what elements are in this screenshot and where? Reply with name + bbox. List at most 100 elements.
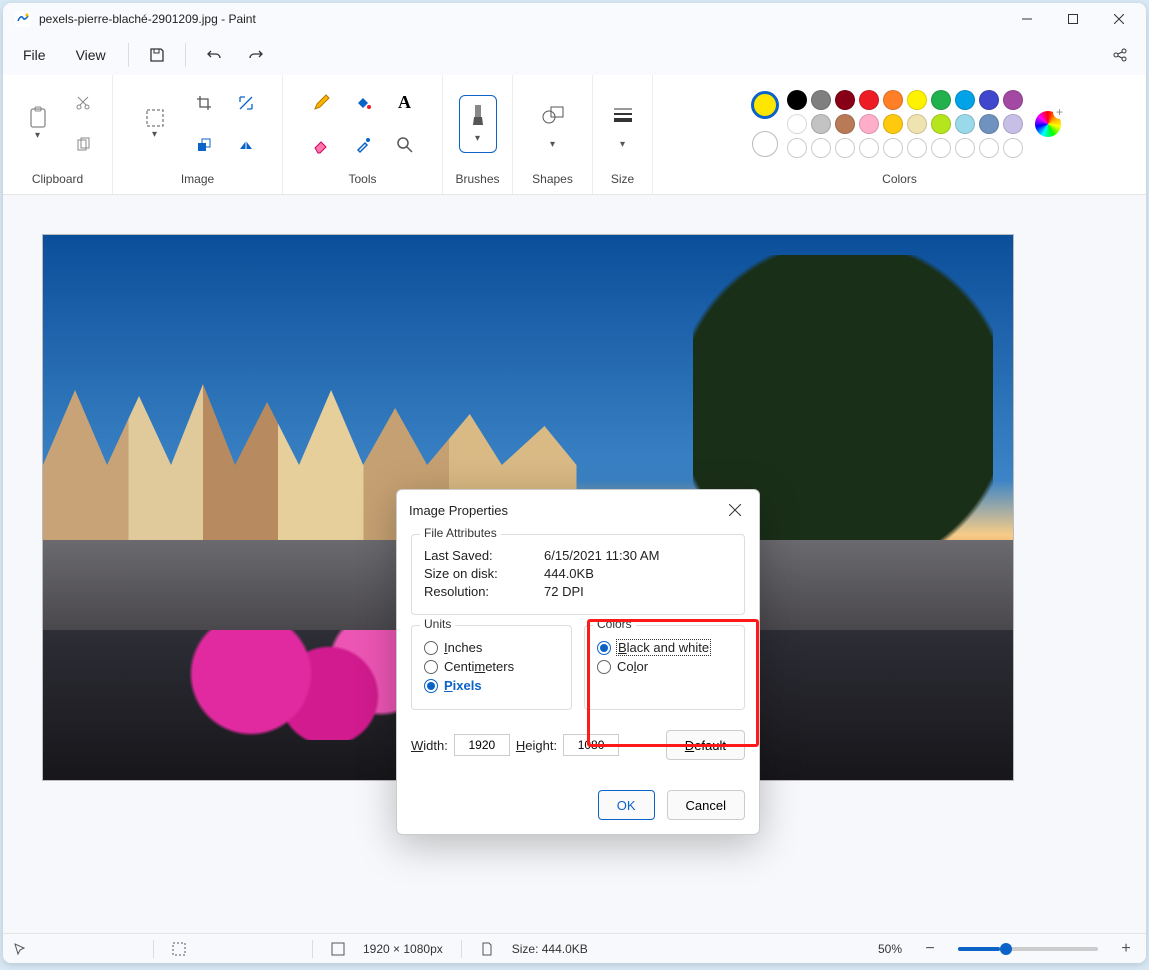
shapes-button[interactable]	[535, 97, 571, 133]
maximize-button[interactable]	[1050, 3, 1096, 35]
crop-icon[interactable]	[186, 85, 222, 121]
eyedropper-icon[interactable]	[345, 127, 381, 163]
color-swatch[interactable]	[811, 138, 831, 158]
color-swatch[interactable]	[1003, 114, 1023, 134]
color-swatch[interactable]	[787, 90, 807, 110]
color-swatch[interactable]	[955, 138, 975, 158]
radio-centimeters[interactable]: Centimeters	[424, 659, 559, 674]
file-attributes-fieldset: File Attributes Last Saved:6/15/2021 11:…	[411, 534, 745, 615]
color-swatch[interactable]	[979, 90, 999, 110]
save-icon[interactable]	[139, 37, 175, 73]
menu-view[interactable]: View	[64, 41, 118, 69]
radio-black-and-white[interactable]: Black and white	[597, 640, 732, 655]
zoom-level: 50%	[878, 942, 902, 956]
height-input[interactable]	[563, 734, 619, 756]
brushes-button[interactable]: ▾	[459, 95, 497, 153]
dimensions-icon	[331, 942, 345, 956]
copy-icon[interactable]	[65, 127, 101, 163]
dimensions-text: 1920 × 1080px	[363, 942, 443, 956]
color-swatch[interactable]	[979, 114, 999, 134]
color-swatch[interactable]	[859, 90, 879, 110]
color-swatch[interactable]	[931, 114, 951, 134]
color-swatch[interactable]	[1003, 90, 1023, 110]
app-window: pexels-pierre-blaché-2901209.jpg - Paint…	[3, 3, 1146, 963]
size-on-disk-value: 444.0KB	[544, 566, 594, 581]
rotate-icon[interactable]	[186, 127, 222, 163]
menu-file[interactable]: File	[11, 41, 58, 69]
dialog-title: Image Properties	[409, 503, 508, 518]
color-swatch[interactable]	[907, 138, 927, 158]
size-button[interactable]	[605, 97, 641, 133]
work-area: Image Properties File Attributes Last Sa…	[3, 195, 1146, 933]
color-swatch[interactable]	[811, 114, 831, 134]
undo-icon[interactable]	[196, 37, 232, 73]
color-swatch[interactable]	[859, 114, 879, 134]
width-input[interactable]	[454, 734, 510, 756]
zoom-out-button[interactable]: −	[920, 940, 940, 958]
color-palette	[787, 90, 1023, 158]
color-swatch[interactable]	[883, 90, 903, 110]
image-properties-dialog: Image Properties File Attributes Last Sa…	[396, 489, 760, 835]
select-button[interactable]: ▾	[132, 97, 178, 151]
paste-button[interactable]: ▾	[15, 97, 61, 151]
chevron-down-icon[interactable]: ▾	[620, 139, 625, 150]
share-icon[interactable]	[1102, 37, 1138, 73]
radio-color[interactable]: Color	[597, 659, 732, 674]
color-swatch[interactable]	[1003, 138, 1023, 158]
color-swatch[interactable]	[955, 114, 975, 134]
menubar: File View	[3, 35, 1146, 75]
colors-fieldset: Colors Black and white Color	[584, 625, 745, 710]
ok-button[interactable]: OK	[598, 790, 655, 820]
window-title: pexels-pierre-blaché-2901209.jpg - Paint	[39, 12, 256, 26]
group-label-brushes: Brushes	[455, 168, 499, 190]
color-swatch[interactable]	[787, 138, 807, 158]
text-icon[interactable]: A	[387, 85, 423, 121]
group-label-shapes: Shapes	[532, 168, 573, 190]
group-label-size: Size	[611, 168, 634, 190]
height-label: Height:	[516, 738, 557, 753]
color-swatch[interactable]	[979, 138, 999, 158]
pencil-icon[interactable]	[303, 85, 339, 121]
ribbon: ▾ Clipboard ▾	[3, 75, 1146, 195]
color-swatch[interactable]	[835, 90, 855, 110]
fill-icon[interactable]	[345, 85, 381, 121]
color-swatch[interactable]	[931, 90, 951, 110]
color-swatch[interactable]	[883, 114, 903, 134]
zoom-in-button[interactable]: +	[1116, 940, 1136, 958]
magnifier-icon[interactable]	[387, 127, 423, 163]
eraser-icon[interactable]	[303, 127, 339, 163]
color-swatch[interactable]	[811, 90, 831, 110]
close-button[interactable]	[1096, 3, 1142, 35]
cancel-button[interactable]: Cancel	[667, 790, 745, 820]
last-saved-value: 6/15/2021 11:30 AM	[544, 548, 659, 563]
minimize-button[interactable]	[1004, 3, 1050, 35]
color-swatch[interactable]	[955, 90, 975, 110]
chevron-down-icon[interactable]: ▾	[550, 139, 555, 150]
dialog-close-button[interactable]	[723, 498, 747, 522]
zoom-slider[interactable]	[958, 947, 1098, 951]
cursor-icon	[13, 942, 27, 956]
redo-icon[interactable]	[238, 37, 274, 73]
statusbar: 1920 × 1080px Size: 444.0KB 50% − +	[3, 933, 1146, 963]
cut-icon[interactable]	[65, 85, 101, 121]
color-swatch[interactable]	[907, 90, 927, 110]
color-swatch[interactable]	[835, 138, 855, 158]
size-on-disk-label: Size on disk:	[424, 566, 544, 581]
color2-swatch[interactable]	[752, 131, 778, 157]
radio-pixels[interactable]: Pixels	[424, 678, 559, 693]
flip-icon[interactable]	[228, 127, 264, 163]
selection-icon	[172, 942, 186, 956]
width-label: Width:	[411, 738, 448, 753]
color-swatch[interactable]	[907, 114, 927, 134]
color-swatch[interactable]	[787, 114, 807, 134]
color-swatch[interactable]	[859, 138, 879, 158]
radio-inches[interactable]: IInchesnches	[424, 640, 559, 655]
edit-colors-button[interactable]	[1035, 111, 1061, 137]
color1-swatch[interactable]	[751, 91, 779, 119]
color-swatch[interactable]	[883, 138, 903, 158]
color-swatch[interactable]	[835, 114, 855, 134]
default-button[interactable]: Default	[666, 730, 745, 760]
group-label-clipboard: Clipboard	[32, 168, 83, 190]
color-swatch[interactable]	[931, 138, 951, 158]
resize-icon[interactable]	[228, 85, 264, 121]
